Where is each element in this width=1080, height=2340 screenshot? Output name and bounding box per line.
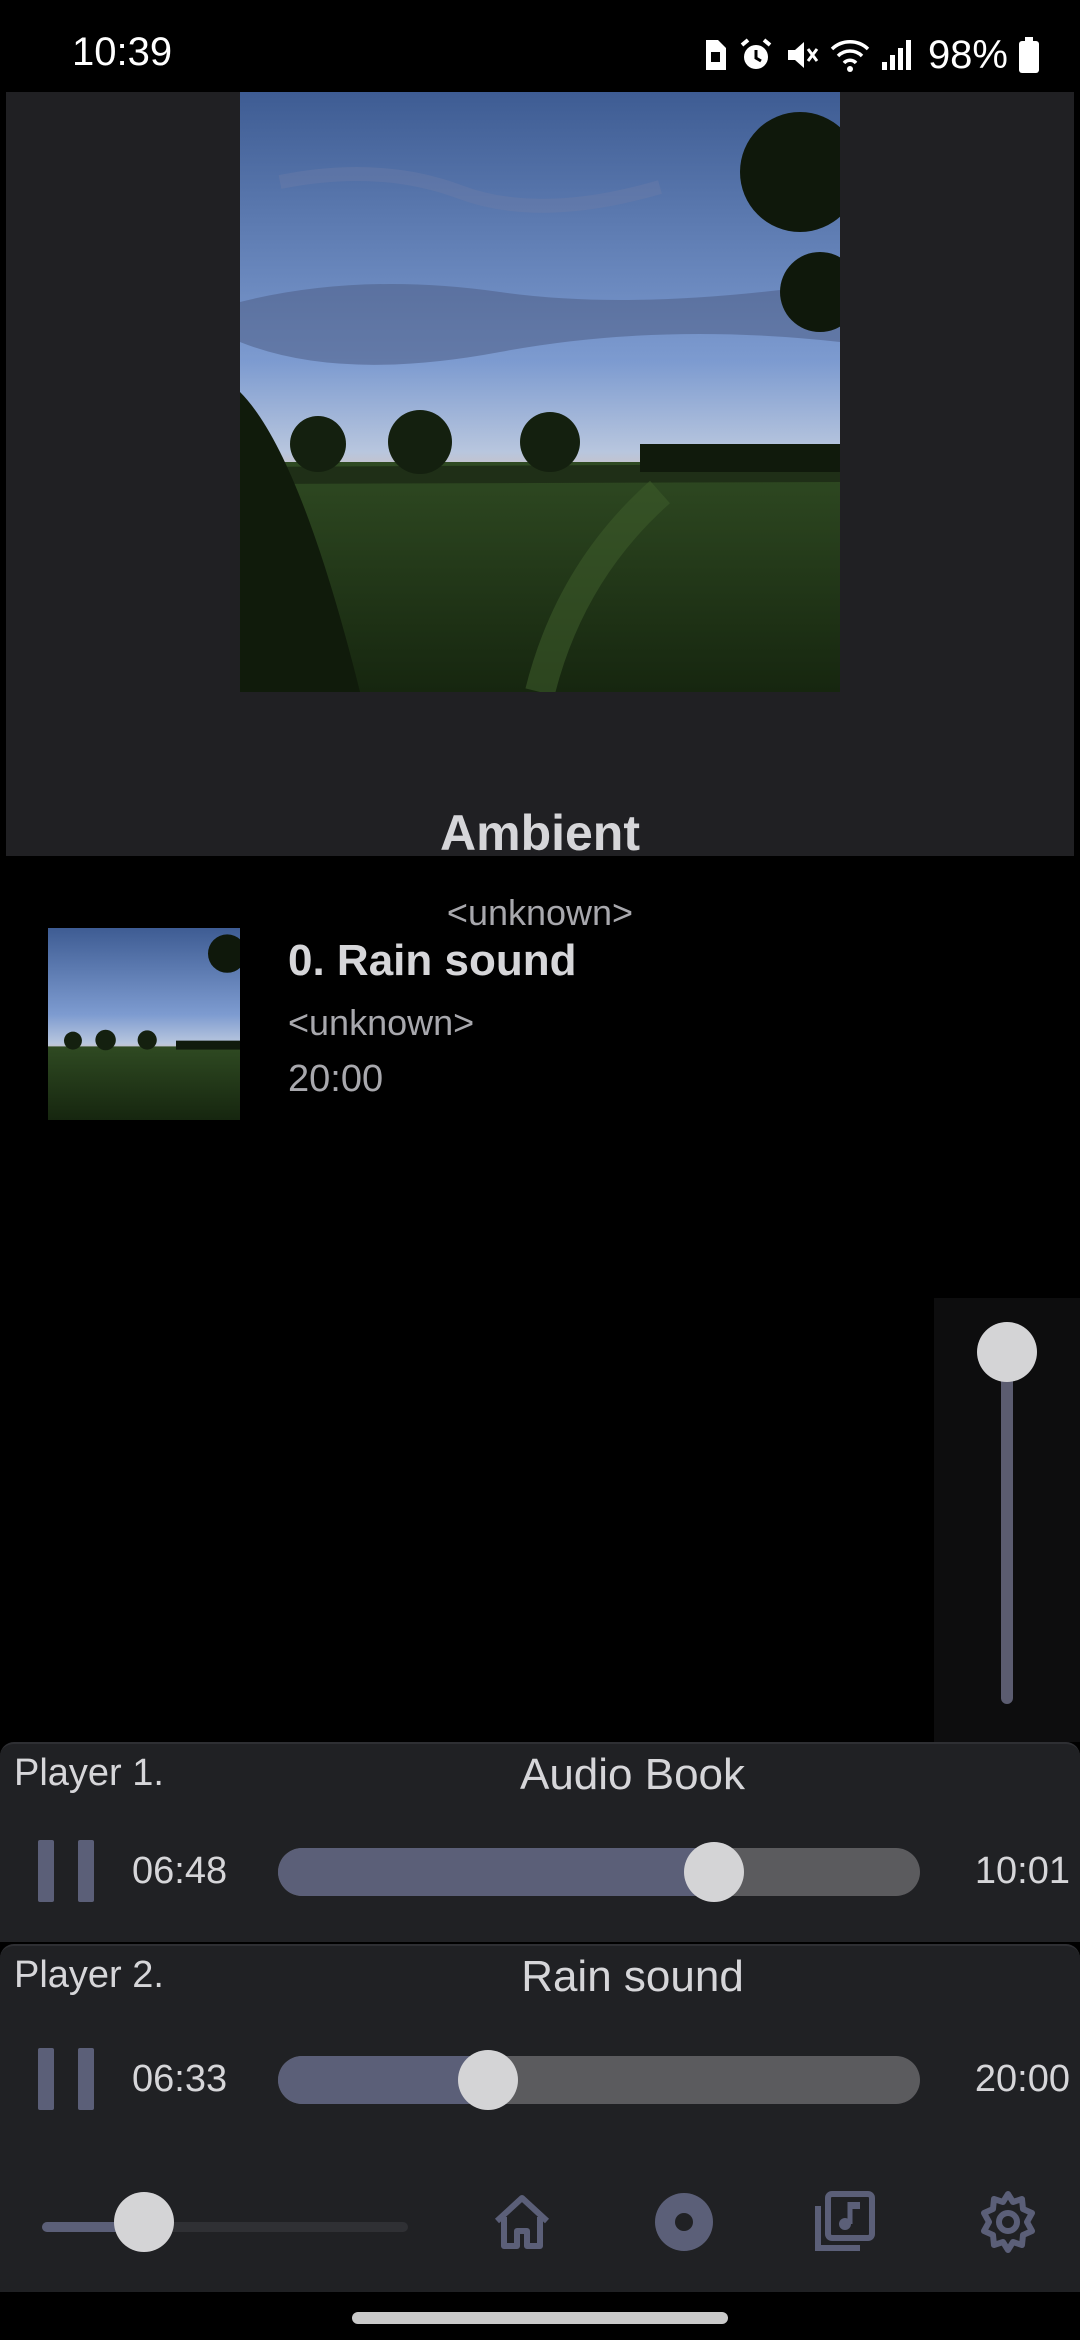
gesture-navigation-bar[interactable]	[352, 2312, 728, 2324]
album-title: Ambient	[440, 805, 640, 861]
player-2-elapsed-time: 06:33	[132, 2058, 228, 2100]
settings-button[interactable]	[970, 2186, 1046, 2262]
now-playing-button[interactable]	[646, 2186, 722, 2262]
player-2-seek-bar[interactable]	[278, 2050, 920, 2110]
player-1-track-title: Audio Book	[519, 1750, 746, 1799]
player-1-label: Player 1.	[14, 1752, 164, 1794]
player-2-label: Player 2.	[14, 1954, 164, 1996]
gear-icon	[976, 2190, 1040, 2259]
sim-icon	[702, 38, 728, 72]
track-duration: 20:00	[288, 1058, 384, 1100]
album-header: Ambient <unknown>	[6, 92, 1074, 933]
status-icons: 98%	[702, 30, 1040, 80]
bottom-navigation	[0, 2152, 1080, 2292]
volume-slider-thumb[interactable]	[977, 1322, 1037, 1382]
player-1-pause-button[interactable]	[38, 1840, 94, 1902]
home-icon	[491, 2191, 553, 2258]
player-1-panel: Player 1. Audio Book 06:48 10:01	[0, 1742, 1080, 1942]
master-volume-thumb[interactable]	[114, 2192, 175, 2252]
player-1-seek-bar[interactable]	[278, 1842, 920, 1902]
volume-slider-track	[1001, 1344, 1013, 1704]
battery-percentage: 98%	[927, 32, 1008, 77]
status-time: 10:39	[72, 30, 173, 74]
pause-icon	[38, 2048, 54, 2110]
track-artist: <unknown>	[288, 1002, 475, 1043]
library-button[interactable]	[806, 2186, 882, 2262]
home-button[interactable]	[484, 2186, 560, 2262]
player-2-seek-progress	[278, 2056, 489, 2104]
player-1-seek-progress	[278, 1848, 714, 1896]
player-2-total-time: 20:00	[974, 2058, 1070, 2100]
track-list-item[interactable]: 0. Rain sound <unknown> 20:00	[0, 900, 1080, 1140]
battery-icon	[1018, 37, 1040, 73]
player-2-seek-thumb[interactable]	[458, 2050, 519, 2110]
pause-icon	[38, 1840, 54, 1902]
mute-icon	[784, 37, 820, 73]
master-volume-slider[interactable]	[42, 2222, 408, 2232]
wifi-icon	[830, 37, 870, 73]
track-title: 0. Rain sound	[288, 936, 577, 985]
disc-icon	[653, 2191, 715, 2258]
player-2-track-title: Rain sound	[521, 1952, 744, 2001]
player-1-elapsed-time: 06:48	[132, 1850, 228, 1892]
track-thumbnail	[48, 928, 240, 1120]
album-art	[240, 92, 840, 692]
music-library-icon	[812, 2190, 876, 2259]
player-1-seek-thumb[interactable]	[683, 1842, 744, 1902]
alarm-icon	[738, 37, 774, 73]
signal-icon	[880, 38, 914, 72]
volume-slider[interactable]	[934, 1298, 1080, 1742]
player-1-total-time: 10:01	[974, 1850, 1070, 1892]
status-bar: 10:39 98%	[0, 0, 1080, 92]
player-2-pause-button[interactable]	[38, 2048, 94, 2110]
player-2-panel: Player 2. Rain sound 06:33 20:00	[0, 1944, 1080, 2152]
